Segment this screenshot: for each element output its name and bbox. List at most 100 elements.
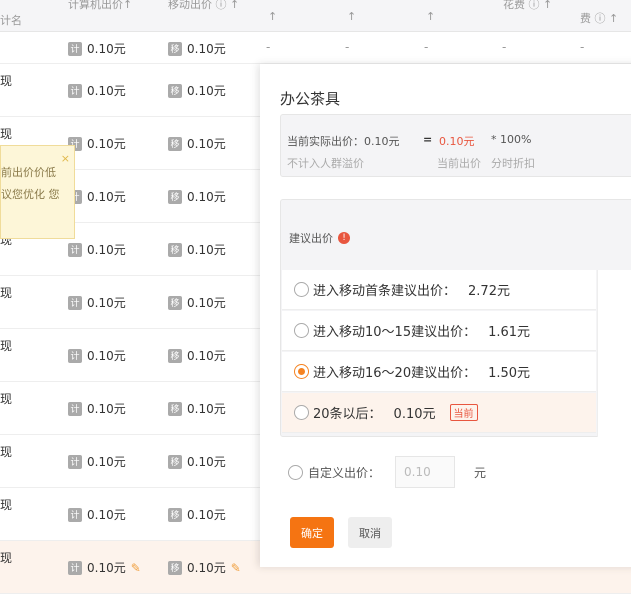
bid-option[interactable]: 进入移动10～15建议出价： 1.61元	[282, 311, 596, 351]
pc-bid: 0.10元	[87, 455, 126, 469]
mobile-bid: 0.10元	[187, 349, 226, 363]
bid-option-label: 进入移动10～15建议出价：	[313, 325, 477, 340]
mobile-icon: 移	[168, 41, 182, 56]
pc-bid: 0.10元	[87, 349, 126, 363]
sort-icon[interactable]: ↑	[426, 10, 435, 23]
dash: -	[345, 40, 350, 54]
col-name: 计名	[0, 14, 22, 27]
mobile-bid: 0.10元	[187, 455, 226, 469]
row-name: 现	[0, 551, 13, 565]
bid-option-radio[interactable]	[294, 405, 309, 420]
sub-label: 分时折扣	[491, 157, 535, 170]
bid-option-radio[interactable]	[294, 364, 309, 379]
cancel-button[interactable]: 取消	[348, 517, 392, 548]
actual-bid-formula: 当前实际出价：0.10元 = 0.10元 * 100% 不计入人群溢价 当前出价…	[280, 114, 631, 177]
mobile-bid: 0.10元	[187, 243, 226, 257]
tooltip-text: 议您优化 您	[1, 188, 60, 201]
edit-icon[interactable]: ✎	[231, 561, 241, 575]
sub-label: 不计入人群溢价	[287, 157, 364, 170]
mobile-bid: 0.10元	[187, 190, 226, 204]
bid-option-value: 1.50元	[488, 366, 531, 381]
sub-label: 当前出价	[437, 157, 481, 170]
mobile-bid: 0.10元	[187, 42, 226, 56]
actual-bid: 当前实际出价：0.10元	[287, 135, 400, 148]
dash: -	[580, 40, 585, 54]
bid-option-value: 0.10元	[393, 407, 436, 422]
row-name: 现	[0, 127, 13, 141]
sort-icon[interactable]: ↑	[268, 10, 277, 23]
mobile-icon: 移	[168, 83, 182, 98]
tooltip: × 前出价价低 议您优化 您	[0, 145, 75, 239]
close-icon[interactable]: ×	[61, 148, 70, 170]
pc-bid: 0.10元	[87, 508, 126, 522]
pc-bid: 0.10元	[87, 296, 126, 310]
side-info	[597, 270, 631, 437]
row-name: 现	[0, 445, 13, 459]
dash: -	[266, 40, 271, 54]
sort-icon[interactable]: ↑	[347, 10, 356, 23]
mobile-bid: 0.10元	[187, 84, 226, 98]
row-name: 现	[0, 392, 13, 406]
suggested-bid-box: 建议出价! 进入移动首条建议出价： 2.72元进入移动10～15建议出价： 1.61…	[280, 199, 631, 437]
mobile-icon: 移	[168, 348, 182, 363]
bid-option-value: 1.61元	[488, 325, 531, 340]
row-name: 现	[0, 498, 13, 512]
col-mobile-bid[interactable]: 移动出价 ⓘ ↑	[168, 0, 239, 12]
edit-icon[interactable]: ✎	[131, 561, 141, 575]
custom-bid-input[interactable]	[395, 456, 456, 488]
bid-option-label: 进入移动16～20建议出价：	[313, 366, 477, 381]
mobile-icon: 移	[168, 560, 182, 575]
mobile-icon: 移	[168, 295, 182, 310]
pc-icon: 计	[68, 348, 82, 363]
suggested-bid-label: 建议出价	[289, 232, 333, 245]
col-fee[interactable]: 费 ⓘ ↑	[580, 10, 618, 26]
mobile-icon: 移	[168, 136, 182, 151]
custom-bid-label: 自定义出价：	[308, 465, 381, 480]
pc-icon: 计	[68, 454, 82, 469]
col-cost[interactable]: 花费 ⓘ ↑	[503, 0, 552, 12]
bid-option[interactable]: 进入移动首条建议出价： 2.72元	[282, 270, 596, 310]
pc-icon: 计	[68, 295, 82, 310]
pc-bid: 0.10元	[87, 243, 126, 257]
mobile-bid: 0.10元	[187, 296, 226, 310]
pc-bid: 0.10元	[87, 561, 126, 575]
info-icon[interactable]: !	[338, 232, 350, 244]
mobile-icon: 移	[168, 454, 182, 469]
bid-option-radio[interactable]	[294, 282, 309, 297]
bid-option-label: 进入移动首条建议出价：	[313, 284, 457, 299]
mobile-icon: 移	[168, 401, 182, 416]
custom-bid: 自定义出价： 元	[288, 456, 486, 488]
pc-bid: 0.10元	[87, 190, 126, 204]
pc-icon: 计	[68, 560, 82, 575]
pc-icon: 计	[68, 41, 82, 56]
pc-icon: 计	[68, 401, 82, 416]
pc-icon: 计	[68, 83, 82, 98]
bid-edit-panel: 办公茶具 当前实际出价：0.10元 = 0.10元 * 100% 不计入人群溢价…	[260, 64, 631, 567]
mobile-icon: 移	[168, 507, 182, 522]
pc-icon: 计	[68, 242, 82, 257]
panel-title: 办公茶具	[280, 90, 341, 108]
pc-bid: 0.10元	[87, 402, 126, 416]
confirm-button[interactable]: 确定	[290, 517, 334, 548]
bid-option[interactable]: 进入移动16～20建议出价： 1.50元	[282, 352, 596, 392]
col-pc-bid[interactable]: 计算机出价↑	[68, 0, 132, 12]
bid-option-label: 20条以后：	[313, 407, 382, 422]
time-discount: * 100%	[491, 133, 532, 146]
pc-bid: 0.10元	[87, 42, 126, 56]
row-name: 现	[0, 74, 13, 88]
row-name: 现	[0, 339, 13, 353]
dash: -	[502, 40, 507, 54]
mobile-bid: 0.10元	[187, 561, 226, 575]
table-row: 计 0.10元 移 0.10元 - - - - -	[0, 32, 631, 64]
bid-option[interactable]: 20条以后： 0.10元 当前	[282, 393, 596, 433]
dash: -	[424, 40, 429, 54]
pc-icon: 计	[68, 507, 82, 522]
table-header: 计名 计算机出价↑ 移动出价 ⓘ ↑ ↑ ↑ ↑ 花费 ⓘ ↑ 费 ⓘ ↑	[0, 0, 631, 32]
unit-label: 元	[474, 465, 487, 480]
mobile-bid: 0.10元	[187, 508, 226, 522]
pc-bid: 0.10元	[87, 137, 126, 151]
bid-option-radio[interactable]	[294, 323, 309, 338]
pc-bid: 0.10元	[87, 84, 126, 98]
mobile-icon: 移	[168, 242, 182, 257]
custom-bid-radio[interactable]	[288, 464, 303, 480]
